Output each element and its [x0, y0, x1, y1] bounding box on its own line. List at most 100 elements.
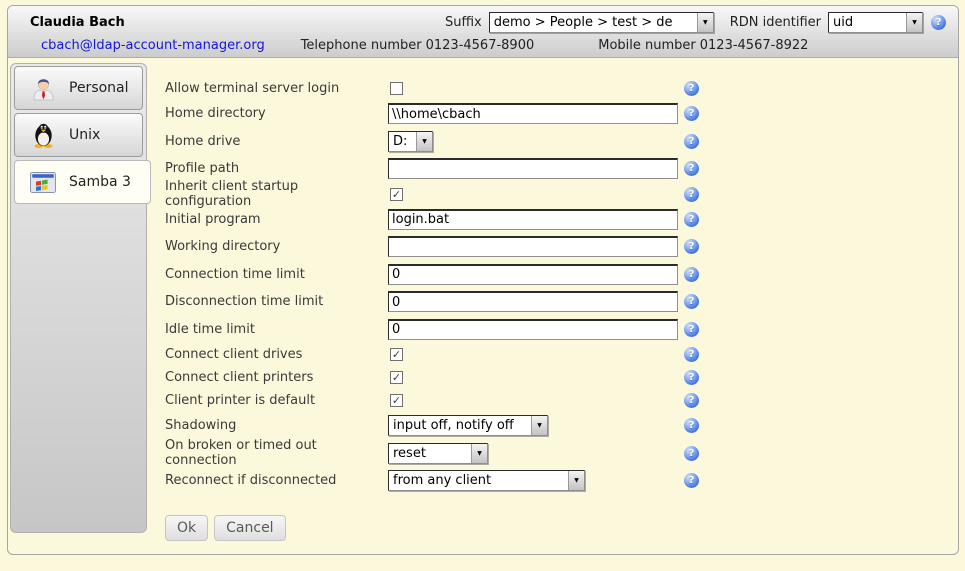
field-label: Connection time limit [165, 267, 388, 282]
header-title-row: Claudia Bach Suffix demo > People > test… [30, 6, 946, 35]
ok-button[interactable]: Ok [165, 515, 208, 541]
help-icon[interactable]: ? [684, 81, 699, 96]
help-icon[interactable]: ? [684, 212, 699, 227]
cancel-button[interactable]: Cancel [214, 515, 285, 541]
field-control [388, 264, 684, 285]
help-icon[interactable]: ? [684, 446, 699, 461]
field-label: Client printer is default [165, 393, 388, 408]
suffix-select[interactable]: demo > People > test > de ▼ [489, 12, 714, 33]
help-icon[interactable]: ? [684, 239, 699, 254]
rdn-identifier-label: RDN identifier [730, 15, 821, 30]
allow-terminal-server-login-checkbox[interactable] [390, 82, 403, 95]
field-control [388, 236, 684, 257]
select-value: from any client [389, 471, 568, 490]
chevron-down-icon: ▼ [697, 13, 713, 32]
field-label: Disconnection time limit [165, 294, 388, 309]
form-row-disconnection-time-limit: Disconnection time limit? [165, 288, 699, 316]
home-directory-input[interactable] [388, 103, 678, 124]
help-icon[interactable]: ? [931, 15, 946, 30]
email-link[interactable]: cbach@ldap-account-manager.org [41, 38, 265, 53]
account-header: Claudia Bach Suffix demo > People > test… [8, 6, 958, 58]
telephone-label: Telephone number [301, 38, 422, 53]
user-icon [30, 76, 56, 101]
select-value: reset [389, 444, 471, 463]
tab-samba-3[interactable]: Samba 3 [14, 160, 151, 204]
client-printer-is-default-checkbox[interactable]: ✓ [390, 394, 403, 407]
on-broken-or-timed-out-connection-select[interactable]: reset▼ [388, 443, 488, 464]
tab-label: Samba 3 [69, 174, 131, 190]
account-name: Claudia Bach [30, 15, 125, 30]
help-icon[interactable]: ? [684, 418, 699, 433]
header-contact-row: cbach@ldap-account-manager.org Telephone… [30, 35, 946, 55]
help-icon[interactable]: ? [684, 106, 699, 121]
tab-unix[interactable]: Unix [14, 113, 143, 157]
chevron-down-icon: ▼ [416, 132, 432, 151]
home-drive-select[interactable]: D:▼ [388, 131, 433, 152]
field-label: Home directory [165, 106, 388, 121]
help-icon[interactable]: ? [684, 187, 699, 202]
tab-label: Unix [69, 127, 100, 143]
form-buttons: Ok Cancel [165, 515, 699, 541]
field-label: Initial program [165, 212, 388, 227]
connect-client-printers-checkbox[interactable]: ✓ [390, 371, 403, 384]
working-directory-input[interactable] [388, 236, 678, 257]
telephone-number: Telephone number 0123-4567-8900 [301, 38, 535, 53]
chevron-down-icon: ▼ [531, 416, 547, 435]
telephone-value: 0123-4567-8900 [426, 38, 535, 53]
connection-time-limit-input[interactable] [388, 264, 678, 285]
form-row-connection-time-limit: Connection time limit? [165, 261, 699, 289]
help-icon[interactable]: ? [684, 473, 699, 488]
field-control: ✓ [388, 188, 684, 201]
suffix-select-value: demo > People > test > de [490, 13, 697, 32]
form-row-working-directory: Working directory? [165, 233, 699, 261]
help-icon[interactable]: ? [684, 134, 699, 149]
header-controls: Suffix demo > People > test > de ▼ RDN i… [445, 12, 946, 33]
form-row-allow-terminal-server-login: Allow terminal server login? [165, 77, 699, 100]
sidebar-tabs: Personal Unix Samba 3 [10, 63, 147, 533]
account-edit-window: Claudia Bach Suffix demo > People > test… [7, 5, 959, 555]
form-row-shadowing: Shadowinginput off, notify off▼? [165, 412, 699, 440]
field-label: Idle time limit [165, 322, 388, 337]
chevron-down-icon: ▼ [568, 471, 584, 490]
field-control: input off, notify off▼ [388, 415, 684, 436]
chevron-down-icon: ▼ [906, 13, 922, 32]
profile-path-input[interactable] [388, 158, 678, 179]
form-row-inherit-client-startup-configuration: Inherit client startup configuration✓? [165, 183, 699, 206]
form-rows: Allow terminal server login? Home directo… [165, 77, 699, 495]
form-row-idle-time-limit: Idle time limit? [165, 316, 699, 344]
help-icon[interactable]: ? [684, 393, 699, 408]
connect-client-drives-checkbox[interactable]: ✓ [390, 348, 403, 361]
form-row-client-printer-is-default: Client printer is default✓? [165, 389, 699, 412]
suffix-label: Suffix [445, 15, 482, 30]
tab-personal[interactable]: Personal [14, 66, 143, 110]
field-control: ✓ [388, 348, 684, 361]
help-icon[interactable]: ? [684, 294, 699, 309]
field-control [388, 158, 684, 179]
main-content: Personal Unix Samba 3 Allow terminal serve… [8, 58, 958, 541]
field-label: Working directory [165, 239, 388, 254]
form-row-connect-client-drives: Connect client drives✓? [165, 343, 699, 366]
rdn-select-value: uid [829, 13, 906, 32]
field-label: Inherit client startup configuration [165, 179, 388, 209]
disconnection-time-limit-input[interactable] [388, 291, 678, 312]
select-value: input off, notify off [389, 416, 531, 435]
help-icon[interactable]: ? [684, 161, 699, 176]
field-label: Reconnect if disconnected [165, 473, 388, 488]
field-label: Connect client printers [165, 370, 388, 385]
field-control: ✓ [388, 371, 684, 384]
rdn-identifier-select[interactable]: uid ▼ [828, 12, 923, 33]
reconnect-if-disconnected-select[interactable]: from any client▼ [388, 470, 585, 491]
inherit-client-startup-configuration-checkbox[interactable]: ✓ [390, 188, 403, 201]
help-icon[interactable]: ? [684, 322, 699, 337]
help-icon[interactable]: ? [684, 347, 699, 362]
form-row-home-drive: Home driveD:▼? [165, 128, 699, 156]
help-icon[interactable]: ? [684, 267, 699, 282]
idle-time-limit-input[interactable] [388, 319, 678, 340]
initial-program-input[interactable] [388, 209, 678, 230]
help-icon[interactable]: ? [684, 370, 699, 385]
windows-icon [30, 172, 56, 193]
field-label: On broken or timed out connection [165, 438, 388, 468]
field-control: ✓ [388, 394, 684, 407]
field-label: Allow terminal server login [165, 81, 388, 96]
shadowing-select[interactable]: input off, notify off▼ [388, 415, 548, 436]
